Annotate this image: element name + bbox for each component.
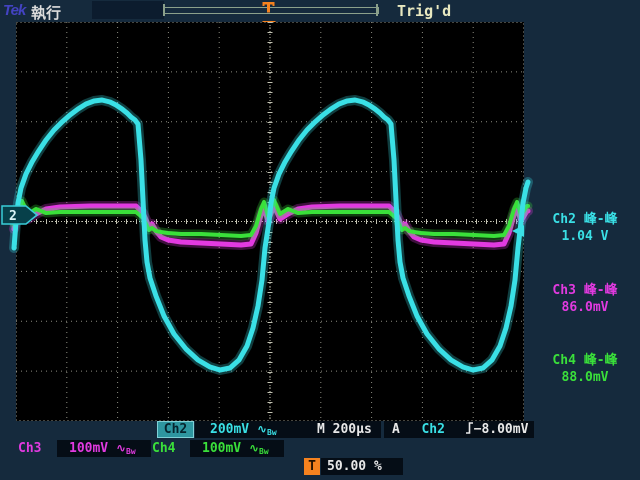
channel2-ground-marker: 2 [1,204,41,228]
ch4-scale-value: 100mV [202,441,241,456]
bandwidth-limit-icon: Bw [259,447,269,456]
measurement-ch2-value: 1.04 V [532,228,638,245]
bandwidth-limit-icon: Bw [126,447,136,456]
measurement-ch4-title: Ch4 峰-峰 [532,352,638,369]
horizontal-trigger-position: 50.00 % [321,458,403,475]
ac-coupling-icon: ∿ [257,422,267,436]
measurement-ch4: Ch4 峰-峰 88.0mV [532,352,638,386]
horizontal-trigger-t-icon: T [304,458,320,475]
trigger-level-value: −8.00mV [474,422,529,437]
ch3-scale-value: 100mV [69,441,108,456]
trigger-readout: A Ch2 −8.00mV [384,421,534,438]
timebase-label: M [317,422,325,437]
ac-coupling-icon: ∿ [116,441,126,455]
record-trigger-t-icon [263,2,275,13]
ch3-scale-readout: 100mV ∿Bw [57,440,151,457]
waveform-display [16,22,524,421]
ac-coupling-icon: ∿ [249,441,259,455]
timebase-value: 200µs [333,422,372,437]
ch4-scale-readout: 100mV ∿Bw [190,440,284,457]
rising-edge-icon [465,422,474,434]
measurement-ch3: Ch3 峰-峰 86.0mV [532,282,638,316]
bandwidth-limit-icon: Bw [267,428,277,437]
timebase-readout: M 200µs [313,421,381,438]
ch2-scale-value: 200mV [210,422,249,437]
measurement-ch2: Ch2 峰-峰 1.04 V [532,211,638,245]
channel2-marker-label: 2 [9,209,17,224]
measurement-ch2-title: Ch2 峰-峰 [532,211,638,228]
ch3-channel-label: Ch3 [18,440,41,457]
trigger-mode: A [392,422,400,437]
ch2-scale-readout: 200mV ∿Bw [195,421,313,438]
trigger-source: Ch2 [421,422,444,437]
ch2-channel-badge: Ch2 [157,421,194,438]
measurement-ch3-value: 86.0mV [532,299,638,316]
ch4-channel-label: Ch4 [152,440,175,457]
measurement-ch4-value: 88.0mV [532,369,638,386]
measurement-ch3-title: Ch3 峰-峰 [532,282,638,299]
